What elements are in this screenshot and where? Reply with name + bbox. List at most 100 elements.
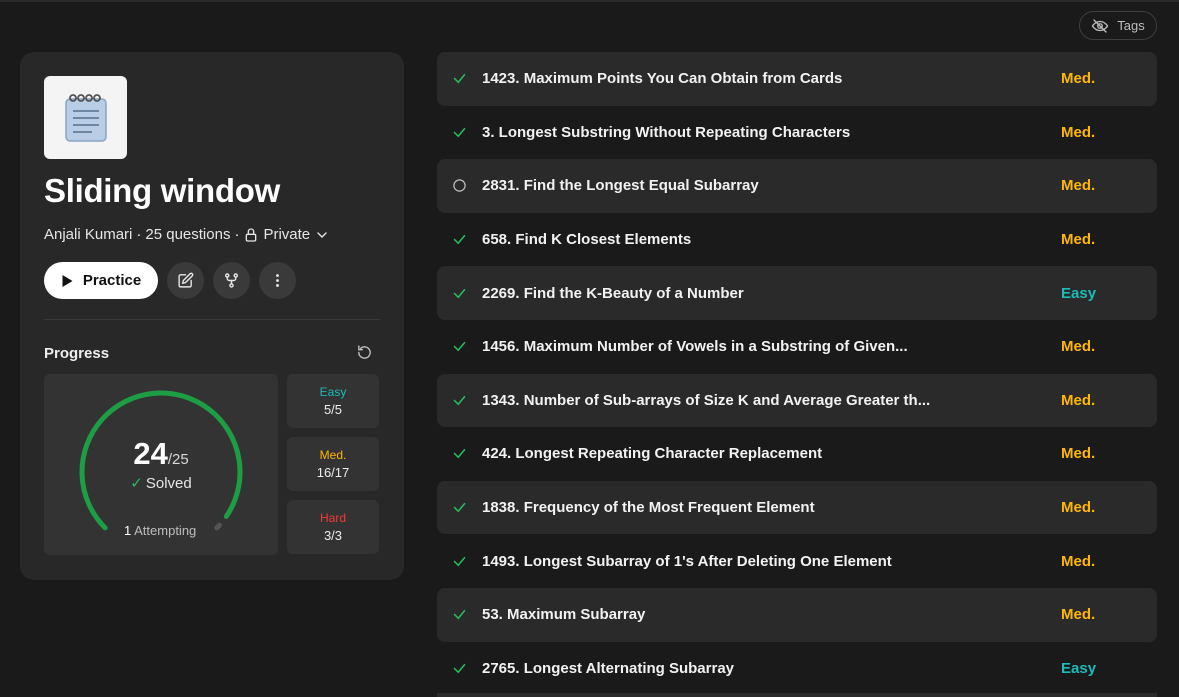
practice-button[interactable]: Practice xyxy=(44,262,158,299)
question-list: 1423. Maximum Points You Can Obtain from… xyxy=(437,52,1157,695)
question-title[interactable]: 2831. Find the Longest Equal Subarray xyxy=(482,177,1061,194)
reset-icon[interactable] xyxy=(356,344,373,361)
question-row[interactable]: 2831. Find the Longest Equal Subarray Me… xyxy=(437,159,1157,213)
status-cell xyxy=(437,661,482,676)
question-title[interactable]: 1423. Maximum Points You Can Obtain from… xyxy=(482,70,1061,87)
question-difficulty: Easy xyxy=(1061,659,1097,677)
difficulty-value: 16/17 xyxy=(316,465,350,480)
meta-separator: · xyxy=(234,226,240,243)
edit-icon xyxy=(178,272,194,288)
question-title[interactable]: 53. Maximum Subarray xyxy=(482,606,1061,623)
question-row[interactable]: 1493. Longest Subarray of 1's After Dele… xyxy=(437,534,1157,588)
status-cell xyxy=(437,71,482,86)
status-cell xyxy=(437,500,482,515)
eye-off-icon xyxy=(1091,18,1109,33)
check-icon xyxy=(453,610,466,620)
list-meta: Anjali Kumari · 25 questions · Private xyxy=(44,226,330,243)
question-row[interactable]: 1838. Frequency of the Most Frequent Ele… xyxy=(437,480,1157,535)
question-count: 25 questions xyxy=(145,226,231,243)
check-icon xyxy=(453,342,466,352)
next-row-edge xyxy=(437,693,1157,697)
check-icon xyxy=(453,503,466,513)
question-title[interactable]: 2269. Find the K-Beauty of a Number xyxy=(482,285,1061,302)
question-row[interactable]: 658. Find K Closest Elements Med. xyxy=(437,213,1157,267)
question-row[interactable]: 2269. Find the K-Beauty of a Number Easy xyxy=(437,266,1157,320)
tags-toggle-button[interactable]: Tags xyxy=(1079,11,1157,40)
question-difficulty: Med. xyxy=(1061,499,1096,517)
fork-button[interactable] xyxy=(213,262,250,299)
question-row[interactable]: 3. Longest Substring Without Repeating C… xyxy=(437,106,1157,160)
difficulty-value: 3/3 xyxy=(323,528,343,543)
progress-label: Progress xyxy=(44,345,110,362)
visibility-label[interactable]: Private xyxy=(263,226,310,243)
play-icon xyxy=(62,274,73,287)
status-cell xyxy=(437,554,482,569)
chevron-down-icon[interactable] xyxy=(314,227,330,243)
status-cell xyxy=(437,286,482,301)
question-difficulty: Med. xyxy=(1061,391,1096,409)
list-actions: Practice xyxy=(44,262,296,299)
difficulty-label: Hard xyxy=(319,511,346,525)
solved-number: 24 xyxy=(133,436,168,471)
notepad-icon xyxy=(44,76,127,159)
question-title[interactable]: 2765. Longest Alternating Subarray xyxy=(482,660,1061,677)
question-title[interactable]: 1838. Frequency of the Most Frequent Ele… xyxy=(482,499,1061,516)
status-cell xyxy=(437,393,482,408)
list-info-card: Sliding window Anjali Kumari · 25 questi… xyxy=(20,52,404,580)
question-title[interactable]: 658. Find K Closest Elements xyxy=(482,231,1061,248)
difficulty-label: Med. xyxy=(319,448,347,462)
status-cell xyxy=(437,232,482,247)
fork-icon xyxy=(224,273,239,288)
check-icon xyxy=(453,395,466,406)
solved-label: ✓ Solved xyxy=(44,474,278,492)
question-difficulty: Med. xyxy=(1061,123,1096,141)
status-cell xyxy=(437,339,482,354)
question-row[interactable]: 1456. Maximum Number of Vowels in a Subs… xyxy=(437,320,1157,374)
question-difficulty: Med. xyxy=(1061,606,1096,624)
divider xyxy=(44,319,380,320)
progress-gauge: 24/25 ✓ Solved 1 Attempting xyxy=(44,374,278,555)
check-icon xyxy=(453,235,466,245)
author-name[interactable]: Anjali Kumari xyxy=(44,226,132,243)
question-row[interactable]: 1343. Number of Sub-arrays of Size K and… xyxy=(437,373,1157,428)
tags-label: Tags xyxy=(1117,18,1145,33)
question-row[interactable]: 424. Longest Repeating Character Replace… xyxy=(437,427,1157,481)
question-difficulty: Med. xyxy=(1061,231,1096,249)
question-row[interactable]: 1423. Maximum Points You Can Obtain from… xyxy=(437,52,1157,106)
difficulty-medium: Med. 16/17 xyxy=(287,437,379,491)
difficulty-breakdown: Easy 5/5 Med. 16/17 Hard 3/3 xyxy=(287,374,379,563)
question-difficulty: Med. xyxy=(1061,338,1096,356)
check-icon xyxy=(453,288,466,299)
solved-count: 24/25 xyxy=(44,436,278,472)
attempting-count: 1 Attempting xyxy=(124,523,196,538)
question-row[interactable]: 2765. Longest Alternating Subarray Easy xyxy=(437,642,1157,696)
status-cell xyxy=(437,446,482,461)
more-options-button[interactable] xyxy=(259,262,296,299)
question-title[interactable]: 1343. Number of Sub-arrays of Size K and… xyxy=(482,392,1061,409)
meta-separator: · xyxy=(136,226,142,243)
gauge-track xyxy=(214,522,222,531)
question-difficulty: Med. xyxy=(1061,445,1096,463)
check-icon: ✓ xyxy=(130,475,143,492)
attempting-text: Attempting xyxy=(134,523,197,538)
total-number: /25 xyxy=(167,451,189,468)
check-icon xyxy=(453,127,466,138)
question-title[interactable]: 3. Longest Substring Without Repeating C… xyxy=(482,124,1061,141)
question-difficulty: Med. xyxy=(1061,177,1096,195)
question-row[interactable]: 53. Maximum Subarray Med. xyxy=(437,587,1157,642)
circle-icon xyxy=(453,179,466,193)
question-difficulty: Easy xyxy=(1061,284,1097,302)
check-icon xyxy=(453,663,466,674)
top-border xyxy=(0,0,1179,2)
question-title[interactable]: 424. Longest Repeating Character Replace… xyxy=(482,445,1061,462)
attempting-number: 1 xyxy=(124,523,132,538)
difficulty-label: Easy xyxy=(319,385,347,399)
difficulty-easy: Easy 5/5 xyxy=(287,374,379,428)
edit-button[interactable] xyxy=(167,262,204,299)
question-title[interactable]: 1493. Longest Subarray of 1's After Dele… xyxy=(482,553,1061,570)
difficulty-value: 5/5 xyxy=(323,402,343,417)
difficulty-hard: Hard 3/3 xyxy=(287,500,379,554)
check-icon xyxy=(453,556,466,567)
more-vertical-icon xyxy=(276,274,279,287)
question-title[interactable]: 1456. Maximum Number of Vowels in a Subs… xyxy=(482,338,1061,355)
